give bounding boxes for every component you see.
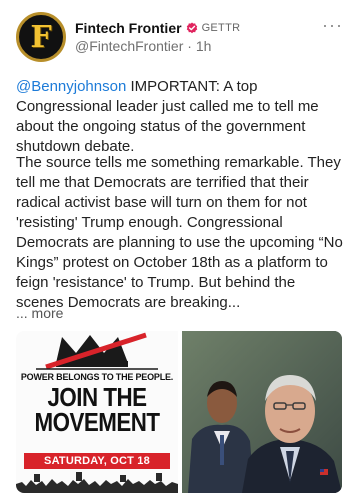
post-time: 1h [195,38,212,54]
media-grid: POWER BELONGS TO THE PEOPLE. JOIN THE MO… [16,331,342,493]
more-dots-icon[interactable]: ··· [322,16,343,34]
poster-crowd-graphic [16,472,178,493]
author-handle-row: @FintechFrontier · 1h [75,38,211,54]
media-image-photo[interactable] [182,331,342,493]
platform-label: GETTR [201,22,241,34]
verified-badge-icon [186,22,197,34]
poster-crown-graphic [36,332,158,370]
poster-date-banner: SATURDAY, OCT 18 [24,453,170,469]
post-paragraph-2: The source tells me something remarkable… [16,154,343,311]
author-name-row: Fintech Frontier GETTR [75,18,305,38]
author-handle[interactable]: @FintechFrontier [75,38,183,54]
more-link[interactable]: ... more [16,305,63,321]
poster-headline: JOIN THE MOVEMENT [34,382,160,437]
avatar-letter: F [30,20,52,55]
media-image-poster[interactable]: POWER BELONGS TO THE PEOPLE. JOIN THE MO… [16,331,178,493]
author-avatar[interactable]: F [16,12,66,62]
separator-dot: · [187,38,196,54]
mention-link[interactable]: @Bennyjohnson [16,78,126,95]
photo-people-graphic [182,331,342,493]
post-card[interactable]: F Fintech Frontier GETTR @FintechFrontie… [0,0,357,500]
poster-tagline: POWER BELONGS TO THE PEOPLE. [20,372,174,382]
post-paragraph-1: @Bennyjohnson IMPORTANT: A top Congressi… [16,77,346,157]
author-display-name[interactable]: Fintech Frontier [75,20,182,36]
